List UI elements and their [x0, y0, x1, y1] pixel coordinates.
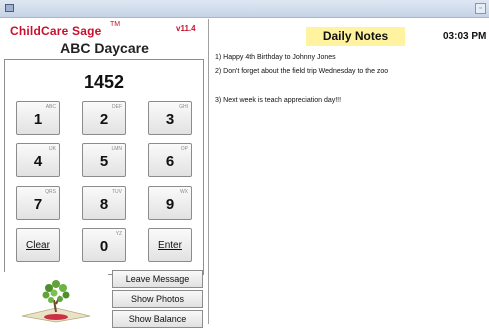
clear-button[interactable]: Clear — [16, 228, 60, 262]
key-digit: 2 — [99, 111, 109, 128]
code-display: 1452 — [83, 72, 125, 92]
key-7[interactable]: QRS 7 — [16, 186, 60, 220]
leave-message-button[interactable]: Leave Message — [112, 270, 203, 288]
key-digit: 6 — [165, 153, 175, 170]
show-photos-button[interactable]: Show Photos — [112, 290, 203, 308]
key-digit: 9 — [165, 196, 175, 213]
company-name: ABC Daycare — [60, 40, 149, 56]
enter-button[interactable]: Enter — [148, 228, 192, 262]
key-letters: WX — [179, 189, 188, 195]
key-letters: ABC — [45, 104, 56, 110]
key-letters: LMN — [111, 146, 122, 152]
tree-logo-icon — [21, 280, 91, 323]
key-8[interactable]: TUV 8 — [82, 186, 126, 220]
note-line: 3) Next week is teach appreciation day!!… — [215, 97, 342, 104]
daily-notes-title: Daily Notes — [306, 27, 405, 46]
key-6[interactable]: OP 6 — [148, 143, 192, 177]
key-2[interactable]: DEF 2 — [82, 101, 126, 135]
clear-label: Clear — [26, 240, 50, 251]
key-letters: GHI — [179, 104, 188, 110]
key-4[interactable]: IJK 4 — [16, 143, 60, 177]
key-5[interactable]: LMN 5 — [82, 143, 126, 177]
window-restore-icon[interactable]: ▫ — [475, 3, 486, 14]
key-letters: DEF — [112, 104, 122, 110]
left-panel: ChildCare Sage TM v11.4 ABC Daycare 1452… — [0, 19, 209, 328]
daily-notes-panel: Daily Notes 03:03 PM 1) Happy 4th Birthd… — [209, 19, 489, 324]
key-letters: QRS — [45, 189, 56, 195]
trademark-mark: TM — [110, 21, 121, 28]
key-digit: 3 — [165, 111, 175, 128]
key-digit: 7 — [33, 196, 43, 213]
key-letters: TUV — [112, 189, 122, 195]
key-digit: 1 — [33, 111, 43, 128]
window-icon — [5, 4, 14, 12]
enter-label: Enter — [158, 240, 182, 251]
key-digit: 8 — [99, 196, 109, 213]
note-line: 1) Happy 4th Birthday to Johnny Jones — [215, 54, 336, 61]
key-9[interactable]: WX 9 — [148, 186, 192, 220]
show-balance-button[interactable]: Show Balance — [112, 310, 203, 328]
key-3[interactable]: GHI 3 — [148, 101, 192, 135]
keypad: 1452 ABC 1 DEF 2 GHI 3 IJK 4 LMN 5 OP 6 … — [4, 59, 204, 275]
note-line: 2) Don't forget about the field trip Wed… — [215, 68, 389, 75]
key-digit: 5 — [99, 153, 109, 170]
app-version: v11.4 — [176, 24, 196, 33]
key-letters: YZ — [115, 231, 122, 237]
clock: 03:03 PM — [443, 31, 487, 42]
key-1[interactable]: ABC 1 — [16, 101, 60, 135]
key-digit: 4 — [33, 153, 43, 170]
window-titlebar: ▫ — [0, 0, 489, 18]
key-0[interactable]: YZ 0 — [82, 228, 126, 262]
key-letters: OP — [180, 146, 188, 152]
childcare-sage-logo — [4, 272, 108, 324]
app-name: ChildCare Sage — [10, 24, 102, 38]
key-letters: IJK — [48, 146, 56, 152]
key-digit: 0 — [99, 238, 109, 255]
